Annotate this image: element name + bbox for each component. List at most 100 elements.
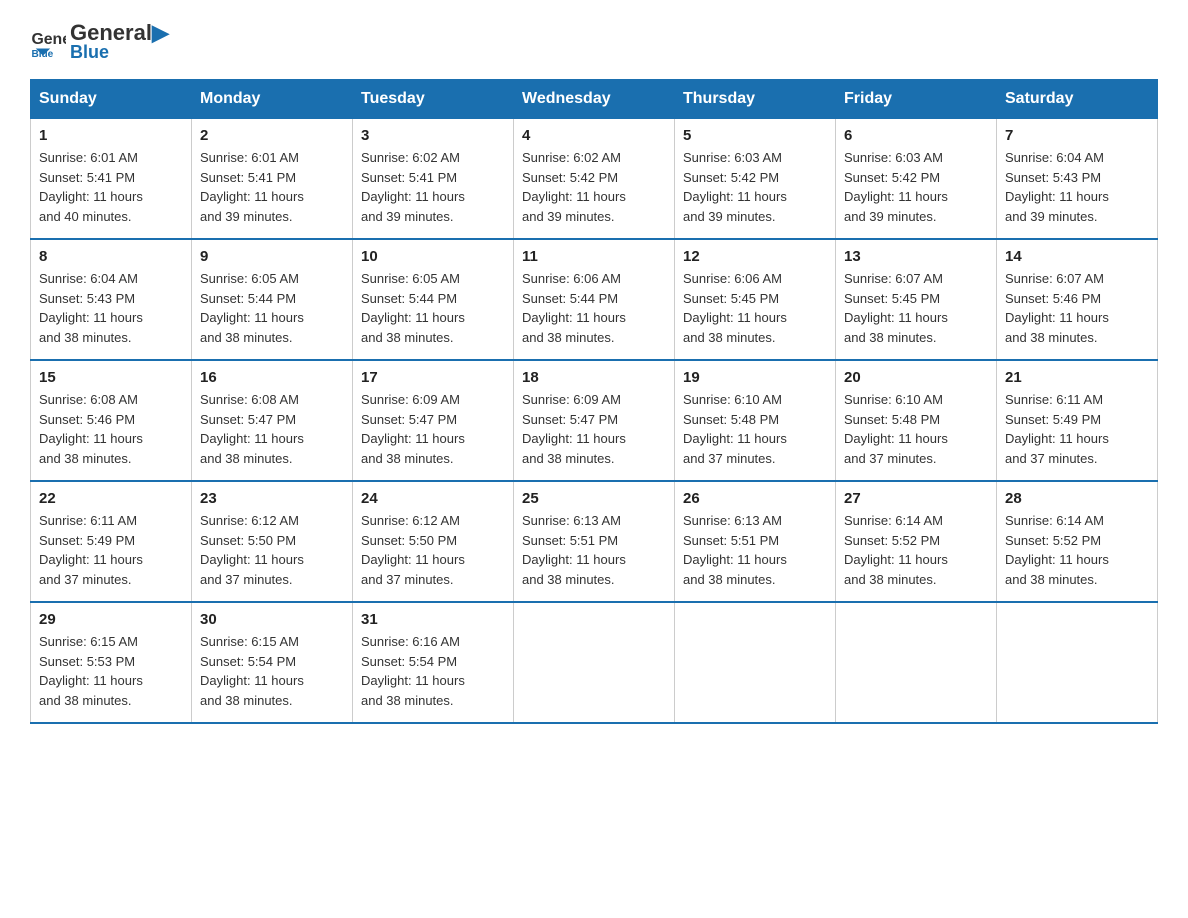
header-thursday: Thursday	[675, 80, 836, 119]
day-cell: 4 Sunrise: 6:02 AMSunset: 5:42 PMDayligh…	[514, 119, 675, 240]
day-cell: 2 Sunrise: 6:01 AMSunset: 5:41 PMDayligh…	[192, 119, 353, 240]
day-info: Sunrise: 6:14 AMSunset: 5:52 PMDaylight:…	[844, 511, 988, 589]
day-info: Sunrise: 6:08 AMSunset: 5:46 PMDaylight:…	[39, 390, 183, 468]
day-cell: 8 Sunrise: 6:04 AMSunset: 5:43 PMDayligh…	[31, 239, 192, 360]
day-info: Sunrise: 6:07 AMSunset: 5:46 PMDaylight:…	[1005, 269, 1149, 347]
day-info: Sunrise: 6:11 AMSunset: 5:49 PMDaylight:…	[39, 511, 183, 589]
day-number: 4	[522, 127, 666, 144]
day-info: Sunrise: 6:03 AMSunset: 5:42 PMDaylight:…	[844, 148, 988, 226]
header-tuesday: Tuesday	[353, 80, 514, 119]
day-cell: 31 Sunrise: 6:16 AMSunset: 5:54 PMDaylig…	[353, 602, 514, 723]
page-header: General Blue General▶ Blue	[30, 20, 1158, 63]
day-number: 9	[200, 248, 344, 265]
day-number: 7	[1005, 127, 1149, 144]
day-cell: 23 Sunrise: 6:12 AMSunset: 5:50 PMDaylig…	[192, 481, 353, 602]
day-number: 13	[844, 248, 988, 265]
calendar-table: SundayMondayTuesdayWednesdayThursdayFrid…	[30, 79, 1158, 724]
day-number: 17	[361, 369, 505, 386]
header-sunday: Sunday	[31, 80, 192, 119]
day-info: Sunrise: 6:10 AMSunset: 5:48 PMDaylight:…	[683, 390, 827, 468]
header-monday: Monday	[192, 80, 353, 119]
day-number: 1	[39, 127, 183, 144]
day-number: 10	[361, 248, 505, 265]
day-cell: 25 Sunrise: 6:13 AMSunset: 5:51 PMDaylig…	[514, 481, 675, 602]
header-friday: Friday	[836, 80, 997, 119]
day-number: 19	[683, 369, 827, 386]
day-number: 18	[522, 369, 666, 386]
day-info: Sunrise: 6:13 AMSunset: 5:51 PMDaylight:…	[522, 511, 666, 589]
day-info: Sunrise: 6:01 AMSunset: 5:41 PMDaylight:…	[39, 148, 183, 226]
day-cell: 11 Sunrise: 6:06 AMSunset: 5:44 PMDaylig…	[514, 239, 675, 360]
day-info: Sunrise: 6:10 AMSunset: 5:48 PMDaylight:…	[844, 390, 988, 468]
day-info: Sunrise: 6:04 AMSunset: 5:43 PMDaylight:…	[1005, 148, 1149, 226]
day-cell: 26 Sunrise: 6:13 AMSunset: 5:51 PMDaylig…	[675, 481, 836, 602]
header-wednesday: Wednesday	[514, 80, 675, 119]
day-info: Sunrise: 6:12 AMSunset: 5:50 PMDaylight:…	[200, 511, 344, 589]
day-cell	[675, 602, 836, 723]
day-number: 11	[522, 248, 666, 265]
svg-text:Blue: Blue	[31, 49, 53, 60]
week-row-2: 8 Sunrise: 6:04 AMSunset: 5:43 PMDayligh…	[31, 239, 1158, 360]
day-info: Sunrise: 6:11 AMSunset: 5:49 PMDaylight:…	[1005, 390, 1149, 468]
day-info: Sunrise: 6:05 AMSunset: 5:44 PMDaylight:…	[361, 269, 505, 347]
day-number: 29	[39, 611, 183, 628]
day-number: 24	[361, 490, 505, 507]
day-info: Sunrise: 6:06 AMSunset: 5:44 PMDaylight:…	[522, 269, 666, 347]
day-number: 28	[1005, 490, 1149, 507]
day-cell: 1 Sunrise: 6:01 AMSunset: 5:41 PMDayligh…	[31, 119, 192, 240]
day-cell: 9 Sunrise: 6:05 AMSunset: 5:44 PMDayligh…	[192, 239, 353, 360]
day-info: Sunrise: 6:13 AMSunset: 5:51 PMDaylight:…	[683, 511, 827, 589]
week-row-1: 1 Sunrise: 6:01 AMSunset: 5:41 PMDayligh…	[31, 119, 1158, 240]
day-info: Sunrise: 6:09 AMSunset: 5:47 PMDaylight:…	[361, 390, 505, 468]
day-number: 12	[683, 248, 827, 265]
day-number: 2	[200, 127, 344, 144]
day-number: 6	[844, 127, 988, 144]
day-cell: 13 Sunrise: 6:07 AMSunset: 5:45 PMDaylig…	[836, 239, 997, 360]
day-info: Sunrise: 6:08 AMSunset: 5:47 PMDaylight:…	[200, 390, 344, 468]
day-cell: 14 Sunrise: 6:07 AMSunset: 5:46 PMDaylig…	[997, 239, 1158, 360]
week-row-3: 15 Sunrise: 6:08 AMSunset: 5:46 PMDaylig…	[31, 360, 1158, 481]
day-cell: 16 Sunrise: 6:08 AMSunset: 5:47 PMDaylig…	[192, 360, 353, 481]
day-cell: 30 Sunrise: 6:15 AMSunset: 5:54 PMDaylig…	[192, 602, 353, 723]
logo: General Blue General▶ Blue	[30, 20, 169, 63]
day-number: 20	[844, 369, 988, 386]
day-cell: 27 Sunrise: 6:14 AMSunset: 5:52 PMDaylig…	[836, 481, 997, 602]
day-cell: 22 Sunrise: 6:11 AMSunset: 5:49 PMDaylig…	[31, 481, 192, 602]
day-number: 23	[200, 490, 344, 507]
day-cell: 3 Sunrise: 6:02 AMSunset: 5:41 PMDayligh…	[353, 119, 514, 240]
week-row-5: 29 Sunrise: 6:15 AMSunset: 5:53 PMDaylig…	[31, 602, 1158, 723]
day-info: Sunrise: 6:12 AMSunset: 5:50 PMDaylight:…	[361, 511, 505, 589]
day-cell: 19 Sunrise: 6:10 AMSunset: 5:48 PMDaylig…	[675, 360, 836, 481]
day-cell: 21 Sunrise: 6:11 AMSunset: 5:49 PMDaylig…	[997, 360, 1158, 481]
day-number: 8	[39, 248, 183, 265]
day-info: Sunrise: 6:05 AMSunset: 5:44 PMDaylight:…	[200, 269, 344, 347]
day-info: Sunrise: 6:02 AMSunset: 5:41 PMDaylight:…	[361, 148, 505, 226]
day-number: 14	[1005, 248, 1149, 265]
day-cell: 7 Sunrise: 6:04 AMSunset: 5:43 PMDayligh…	[997, 119, 1158, 240]
day-number: 21	[1005, 369, 1149, 386]
day-number: 16	[200, 369, 344, 386]
day-number: 3	[361, 127, 505, 144]
day-cell	[514, 602, 675, 723]
day-cell: 10 Sunrise: 6:05 AMSunset: 5:44 PMDaylig…	[353, 239, 514, 360]
day-cell: 24 Sunrise: 6:12 AMSunset: 5:50 PMDaylig…	[353, 481, 514, 602]
day-number: 15	[39, 369, 183, 386]
day-number: 27	[844, 490, 988, 507]
day-info: Sunrise: 6:15 AMSunset: 5:54 PMDaylight:…	[200, 632, 344, 710]
day-number: 22	[39, 490, 183, 507]
day-info: Sunrise: 6:04 AMSunset: 5:43 PMDaylight:…	[39, 269, 183, 347]
day-cell: 29 Sunrise: 6:15 AMSunset: 5:53 PMDaylig…	[31, 602, 192, 723]
day-info: Sunrise: 6:15 AMSunset: 5:53 PMDaylight:…	[39, 632, 183, 710]
day-info: Sunrise: 6:01 AMSunset: 5:41 PMDaylight:…	[200, 148, 344, 226]
svg-text:General: General	[31, 31, 66, 48]
day-number: 5	[683, 127, 827, 144]
day-cell: 28 Sunrise: 6:14 AMSunset: 5:52 PMDaylig…	[997, 481, 1158, 602]
day-info: Sunrise: 6:16 AMSunset: 5:54 PMDaylight:…	[361, 632, 505, 710]
day-info: Sunrise: 6:14 AMSunset: 5:52 PMDaylight:…	[1005, 511, 1149, 589]
day-cell: 18 Sunrise: 6:09 AMSunset: 5:47 PMDaylig…	[514, 360, 675, 481]
day-info: Sunrise: 6:06 AMSunset: 5:45 PMDaylight:…	[683, 269, 827, 347]
day-cell	[836, 602, 997, 723]
day-number: 26	[683, 490, 827, 507]
day-cell: 6 Sunrise: 6:03 AMSunset: 5:42 PMDayligh…	[836, 119, 997, 240]
day-cell: 17 Sunrise: 6:09 AMSunset: 5:47 PMDaylig…	[353, 360, 514, 481]
